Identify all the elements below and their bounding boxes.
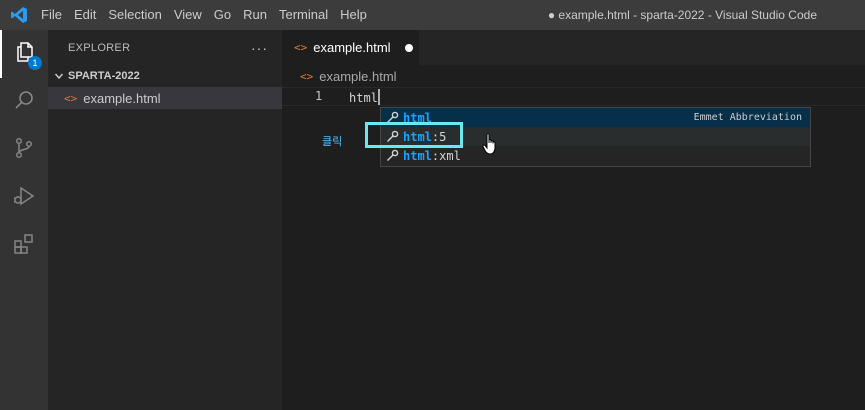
title-bar: File Edit Selection View Go Run Terminal…	[0, 0, 865, 30]
file-example-html[interactable]: <> example.html	[48, 87, 282, 109]
run-debug-activity[interactable]	[0, 174, 48, 222]
wrench-icon	[385, 149, 399, 163]
folder-label: SPARTA-2022	[68, 70, 140, 82]
menu-run[interactable]: Run	[237, 0, 273, 30]
suggestion-item[interactable]: html:xml	[381, 146, 810, 165]
html-file-icon: <>	[64, 91, 78, 105]
chevron-down-icon	[54, 71, 68, 81]
line-number: 1	[315, 89, 323, 103]
explorer-sidebar: EXPLORER ··· SPARTA-2022 <> example.html	[48, 30, 282, 410]
folder-sparta-2022[interactable]: SPARTA-2022	[48, 65, 282, 87]
more-actions-icon[interactable]: ···	[251, 40, 268, 56]
breadcrumb: <> example.html	[282, 65, 865, 87]
menu-terminal[interactable]: Terminal	[273, 0, 334, 30]
menu-selection[interactable]: Selection	[102, 0, 167, 30]
menu-bar: File Edit Selection View Go Run Terminal…	[35, 0, 373, 30]
file-label: example.html	[83, 90, 161, 106]
unsaved-dot-icon[interactable]	[404, 43, 413, 52]
explorer-title: EXPLORER	[68, 41, 131, 54]
tab-label: example.html	[313, 40, 391, 55]
code-text: html	[349, 91, 378, 105]
explorer-activity[interactable]: 1	[0, 30, 48, 78]
vscode-logo-icon	[9, 5, 29, 25]
extensions-activity[interactable]	[0, 222, 48, 270]
annotation-highlight-box	[365, 122, 463, 148]
hand-pointer-icon	[482, 132, 500, 160]
editor-area: <> example.html <> example.html 1 html 클…	[282, 30, 865, 410]
search-icon	[12, 88, 36, 116]
run-debug-icon	[12, 184, 36, 212]
source-control-icon	[12, 136, 36, 164]
tab-html-file-icon: <>	[294, 41, 308, 54]
menu-view[interactable]: View	[168, 0, 208, 30]
suggestion-rest: :xml	[431, 148, 461, 163]
menu-help[interactable]: Help	[334, 0, 373, 30]
menu-file[interactable]: File	[35, 0, 68, 30]
window-title: ● example.html - sparta-2022 - Visual St…	[547, 8, 817, 22]
explorer-header: EXPLORER ···	[48, 30, 282, 65]
source-control-activity[interactable]	[0, 126, 48, 174]
breadcrumb-item[interactable]: example.html	[319, 69, 396, 84]
suggestion-detail: Emmet Abbreviation	[693, 112, 802, 123]
menu-edit[interactable]: Edit	[68, 0, 102, 30]
text-cursor	[377, 89, 380, 105]
menu-go[interactable]: Go	[208, 0, 237, 30]
suggestion-match: html	[403, 148, 432, 163]
tab-example-html[interactable]: <> example.html	[282, 30, 419, 65]
code-line-1[interactable]: html	[349, 89, 380, 105]
editor-tabs: <> example.html	[282, 30, 865, 65]
extensions-icon	[12, 232, 36, 260]
activity-bar: 1	[0, 30, 48, 410]
click-annotation: 클릭	[322, 135, 343, 148]
search-activity[interactable]	[0, 78, 48, 126]
explorer-badge: 1	[28, 56, 42, 70]
breadcrumb-html-file-icon: <>	[300, 69, 314, 83]
